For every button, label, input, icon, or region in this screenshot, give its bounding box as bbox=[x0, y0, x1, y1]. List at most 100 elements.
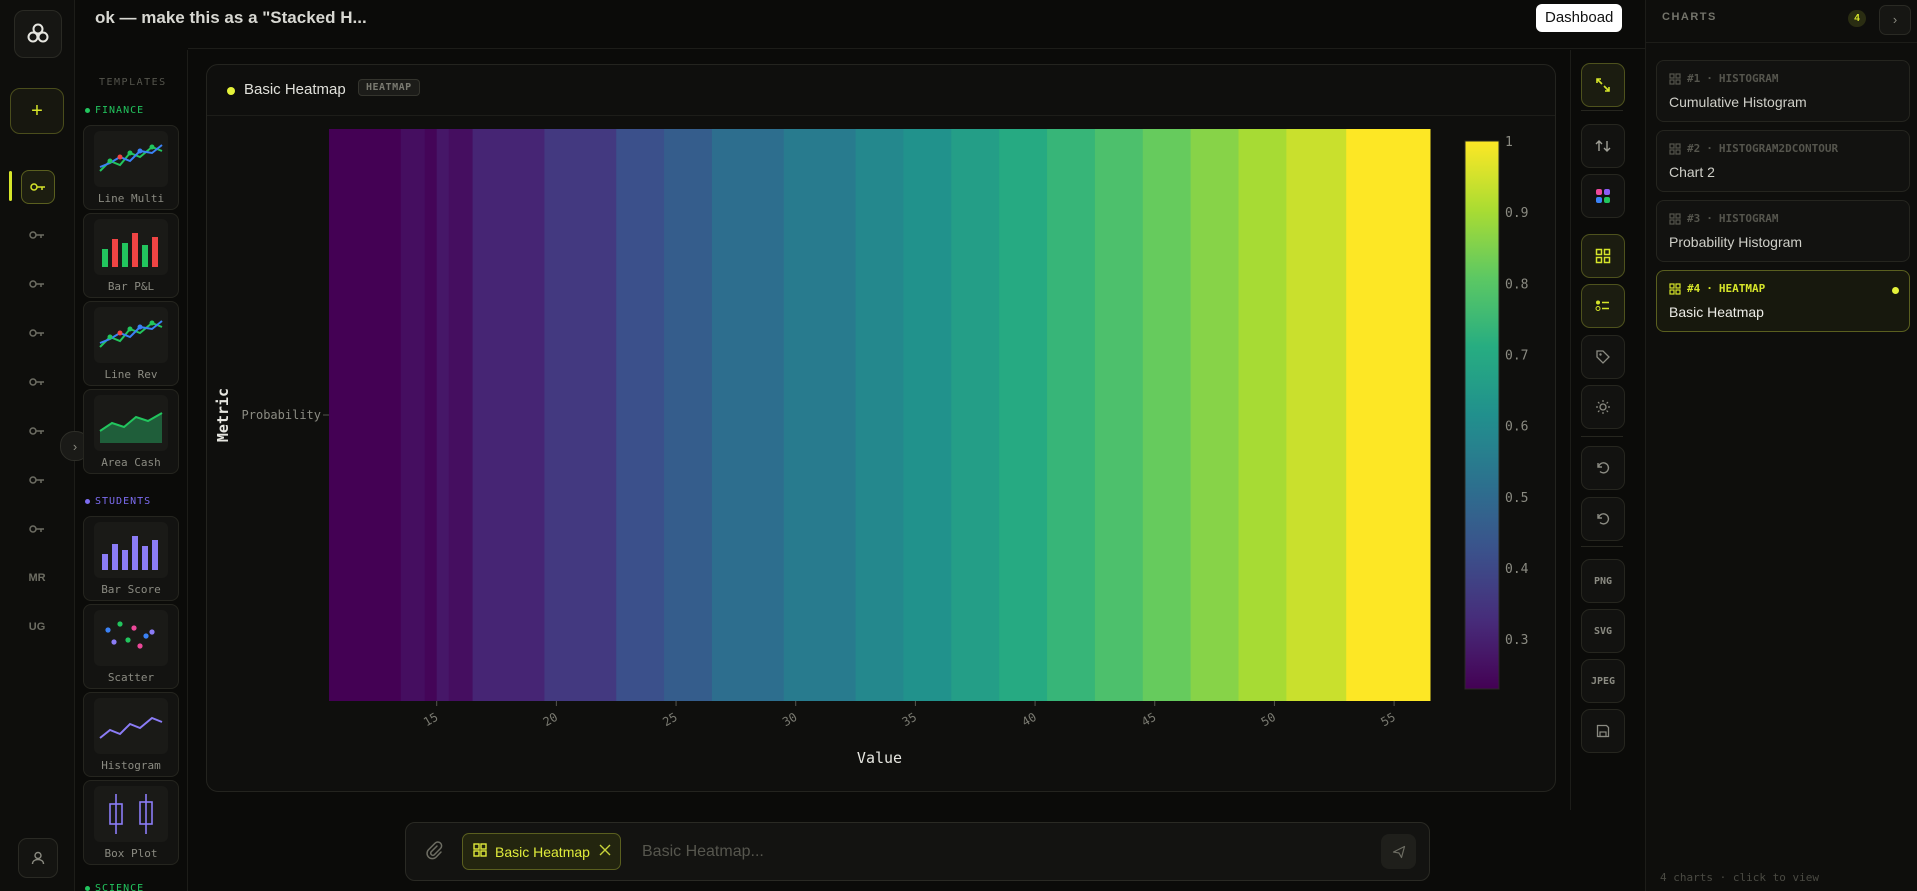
toolbar-separator bbox=[1581, 546, 1623, 547]
chart-list-item[interactable]: #4 · HEATMAP Basic Heatmap bbox=[1656, 270, 1910, 332]
saved-chat-key-icon[interactable] bbox=[21, 170, 55, 204]
heatmap-cell bbox=[1094, 129, 1144, 701]
header-divider bbox=[188, 48, 1645, 49]
template-card-bar-score[interactable]: Bar Score bbox=[83, 516, 179, 601]
heatmap-cell bbox=[951, 129, 1000, 701]
saved-chat-ug[interactable]: UG bbox=[21, 611, 53, 643]
colorbar-tick-label: 0.6 bbox=[1505, 420, 1528, 435]
heatmap-chart: 15 20 25 30 35 40 45 50 55 Probability Value Metric… bbox=[214, 129, 1529, 767]
saved-chat-key-icon[interactable] bbox=[21, 464, 53, 496]
x-tick-label: 30 bbox=[780, 710, 800, 729]
chart-list-item[interactable]: #1 · HISTOGRAM Cumulative Histogram bbox=[1656, 60, 1910, 122]
template-card-histogram[interactable]: Histogram bbox=[83, 692, 179, 777]
tag-button[interactable] bbox=[1581, 335, 1625, 379]
new-chat-button[interactable]: + bbox=[10, 88, 64, 134]
heatmap-cell bbox=[783, 129, 857, 701]
template-thumbnail bbox=[94, 610, 168, 666]
chart-panel-header: Basic Heatmap HEATMAP bbox=[207, 65, 1555, 116]
close-icon[interactable] bbox=[598, 843, 612, 860]
x-tick-label: 35 bbox=[900, 710, 920, 729]
colorbar-tick-label: 1 bbox=[1505, 135, 1513, 150]
template-card-bar-p-l[interactable]: Bar P&L bbox=[83, 213, 179, 298]
template-card-area-cash[interactable]: Area Cash bbox=[83, 389, 179, 474]
saved-chat-key-icon[interactable] bbox=[21, 366, 53, 398]
saved-chat-key-icon[interactable] bbox=[21, 317, 53, 349]
template-label: Bar P&L bbox=[107, 280, 155, 293]
save-button[interactable] bbox=[1581, 709, 1625, 753]
chart-item-name: Chart 2 bbox=[1669, 164, 1715, 180]
template-section-finance: FINANCE bbox=[85, 105, 144, 116]
export-png-button[interactable]: PNG bbox=[1581, 559, 1625, 603]
saved-chat-key-icon[interactable] bbox=[21, 415, 53, 447]
theme-button[interactable] bbox=[1581, 385, 1625, 429]
message-input[interactable] bbox=[640, 838, 1364, 866]
section-label: SCIENCE bbox=[95, 883, 145, 891]
heatmap-cell bbox=[400, 129, 426, 701]
template-card-box-plot[interactable]: Box Plot bbox=[83, 780, 179, 865]
saved-chat-key-icon[interactable] bbox=[21, 219, 53, 251]
templates-title: TEMPLATES bbox=[99, 77, 167, 88]
sidebar-collapse-button[interactable]: › bbox=[1879, 5, 1911, 35]
grid-button[interactable] bbox=[1581, 234, 1625, 278]
chart-item-meta: #1 · HISTOGRAM bbox=[1669, 72, 1778, 85]
section-label: STUDENTS bbox=[95, 496, 152, 507]
list-button[interactable] bbox=[1581, 284, 1625, 328]
rail-active-indicator bbox=[9, 171, 12, 201]
saved-chat-key-icon[interactable] bbox=[21, 268, 53, 300]
chart-list-item[interactable]: #3 · HISTOGRAM Probability Histogram bbox=[1656, 200, 1910, 262]
context-chip[interactable]: Basic Heatmap bbox=[462, 833, 621, 870]
redo-button[interactable] bbox=[1581, 497, 1625, 541]
sidebar-divider bbox=[1646, 42, 1917, 43]
theme-icon bbox=[1595, 399, 1611, 415]
sort-button[interactable] bbox=[1581, 124, 1625, 168]
chart-item-type: HEATMAP bbox=[1718, 282, 1766, 295]
undo-icon bbox=[1595, 460, 1611, 476]
grid-icon bbox=[1669, 142, 1681, 155]
heatmap-cell bbox=[855, 129, 904, 701]
template-label: Area Cash bbox=[101, 456, 161, 469]
chart-item-sep: · bbox=[1706, 282, 1713, 295]
dashboard-button[interactable]: Dashboad bbox=[1536, 4, 1623, 32]
colorbar-tick-label: 0.8 bbox=[1505, 277, 1528, 292]
template-label: Scatter bbox=[107, 671, 155, 684]
heatmap-cell bbox=[329, 129, 402, 701]
saved-chat-key-icon[interactable] bbox=[21, 513, 53, 545]
section-dot bbox=[85, 499, 90, 504]
template-card-line-rev[interactable]: Line Rev bbox=[83, 301, 179, 386]
saved-chat-mr[interactable]: MR bbox=[21, 562, 53, 594]
export-jpeg-button[interactable]: JPEG bbox=[1581, 659, 1625, 703]
x-tick-label: 25 bbox=[660, 710, 680, 729]
export-svg-button[interactable]: SVG bbox=[1581, 609, 1625, 653]
send-button[interactable] bbox=[1381, 834, 1416, 869]
palette-button[interactable] bbox=[1581, 174, 1625, 218]
list-icon bbox=[1595, 298, 1611, 314]
heatmap-cell bbox=[544, 129, 617, 701]
heatmap-cell bbox=[711, 129, 785, 701]
template-thumbnail bbox=[94, 307, 168, 363]
left-rail: + MR UG › bbox=[0, 0, 90, 891]
section-dot bbox=[85, 886, 90, 891]
chart-item-meta: #4 · HEATMAP bbox=[1669, 282, 1765, 295]
chart-list-item[interactable]: #2 · HISTOGRAM2DCONTOUR Chart 2 bbox=[1656, 130, 1910, 192]
template-card-line-multi[interactable]: Line Multi bbox=[83, 125, 179, 210]
attach-icon[interactable] bbox=[423, 840, 445, 862]
heatmap-cell bbox=[472, 129, 545, 701]
heatmap-cell bbox=[448, 129, 474, 701]
toolbar-separator bbox=[1581, 436, 1623, 437]
undo-button[interactable] bbox=[1581, 446, 1625, 490]
heatmap-cell bbox=[436, 129, 450, 701]
message-composer: Basic Heatmap bbox=[405, 822, 1430, 881]
template-card-scatter[interactable]: Scatter bbox=[83, 604, 179, 689]
chart-item-type: HISTOGRAM2DCONTOUR bbox=[1718, 142, 1839, 155]
user-profile-icon[interactable] bbox=[18, 838, 58, 878]
chart-item-sep: · bbox=[1706, 72, 1713, 85]
heatmap-cell bbox=[999, 129, 1048, 701]
colorbar-tick-label: 0.3 bbox=[1505, 633, 1528, 648]
chat-title: ok — make this as a "Stacked H... bbox=[95, 8, 367, 27]
app-logo-icon[interactable] bbox=[14, 10, 62, 58]
expand-button[interactable] bbox=[1581, 63, 1625, 107]
charts-sidebar-title: CHARTS bbox=[1662, 11, 1717, 23]
chart-item-sep: · bbox=[1706, 212, 1713, 225]
template-thumbnail bbox=[94, 698, 168, 754]
x-tick-label: 40 bbox=[1019, 710, 1039, 729]
